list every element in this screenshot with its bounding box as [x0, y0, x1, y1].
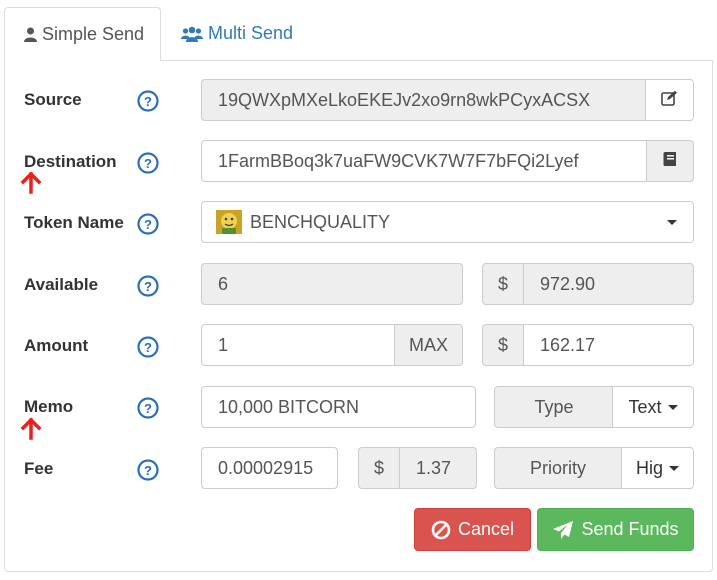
fee-usd-addon: $ [358, 447, 400, 489]
destination-help-icon[interactable]: ? [137, 152, 159, 174]
send-funds-label: Send Funds [581, 519, 679, 539]
available-help-icon[interactable]: ? [137, 275, 159, 297]
fee-usd-value: 1.37 [416, 457, 452, 478]
amount-usd-input[interactable]: 162.17 [523, 324, 694, 366]
memo-type-label: Type [534, 396, 574, 417]
memo-input[interactable]: 10,000 BITCORN [201, 386, 476, 428]
memo-type-label-box: Type [494, 386, 614, 428]
amount-usd-value: 162.17 [540, 334, 596, 355]
source-help-icon[interactable]: ? [137, 90, 159, 112]
tab-simple-send-label: Simple Send [42, 24, 145, 44]
dollar-sign: $ [497, 273, 508, 294]
tab-multi-send[interactable]: Multi Send [181, 7, 293, 60]
priority-label-box: Priority [494, 447, 622, 489]
memo-label: Memo [24, 397, 74, 416]
fee-usd-field: 1.37 [399, 447, 477, 489]
address-book-button[interactable] [646, 140, 694, 182]
send-funds-button[interactable]: Send Funds [537, 508, 694, 551]
priority-dropdown[interactable]: Hig [621, 447, 694, 489]
memo-type-dropdown[interactable]: Text [612, 386, 694, 428]
source-address-value: 19QWXpMXeLkoEKEJv2xo9rn8wkPCyxACSX [218, 89, 591, 110]
red-arrow-annotation-icon [19, 417, 43, 441]
svg-text:?: ? [144, 463, 152, 478]
cancel-button[interactable]: Cancel [414, 508, 531, 551]
memo-type-value: Text [628, 396, 662, 417]
amount-value: 1 [218, 334, 229, 355]
svg-text:?: ? [144, 156, 152, 171]
users-icon [181, 26, 203, 42]
tab-simple-send[interactable]: Simple Send [4, 7, 161, 61]
available-balance-value: 6 [218, 273, 229, 294]
memo-help-icon[interactable]: ? [137, 397, 159, 419]
available-balance-field: 6 [201, 263, 463, 305]
amount-label: Amount [24, 336, 89, 355]
amount-help-icon[interactable]: ? [137, 336, 159, 358]
token-name-value: BENCHQUALITY [250, 211, 391, 232]
priority-value: Hig [635, 457, 663, 478]
token-logo-icon [216, 210, 242, 234]
fee-value: 0.00002915 [218, 457, 314, 478]
destination-address-value: 1FarmBBoq3k7uaFW9CVK7W7F7bFQi2Lyef [218, 150, 579, 171]
send-tabs: Simple Send Multi Send [0, 0, 717, 61]
svg-text:?: ? [144, 401, 152, 416]
destination-address-field[interactable]: 1FarmBBoq3k7uaFW9CVK7W7F7bFQi2Lyef [201, 140, 647, 182]
token-select[interactable]: BENCHQUALITY [201, 201, 694, 243]
available-usd-value: 972.90 [540, 273, 596, 294]
address-book-icon [663, 151, 678, 172]
available-usd-field: 972.90 [523, 263, 694, 305]
memo-value: 10,000 BITCORN [218, 396, 360, 417]
destination-label: Destination [24, 152, 117, 171]
dollar-sign: $ [373, 457, 384, 478]
priority-label: Priority [529, 457, 586, 478]
dollar-sign: $ [497, 334, 508, 355]
max-amount-button[interactable]: MAX [394, 324, 463, 366]
svg-text:?: ? [144, 279, 152, 294]
max-amount-label: MAX [408, 334, 448, 355]
svg-text:?: ? [144, 217, 152, 232]
edit-icon [661, 90, 678, 111]
source-address-field[interactable]: 19QWXpMXeLkoEKEJv2xo9rn8wkPCyxACSX [201, 79, 646, 121]
chevron-down-icon [667, 404, 678, 410]
token-name-help-icon[interactable]: ? [137, 213, 159, 235]
user-icon [24, 27, 37, 42]
chevron-down-icon [667, 220, 677, 225]
token-name-label: Token Name [24, 213, 124, 232]
ban-icon [431, 520, 458, 540]
cancel-label: Cancel [457, 519, 515, 539]
fee-help-icon[interactable]: ? [137, 459, 159, 481]
paper-plane-icon [552, 520, 581, 540]
send-form-panel [4, 60, 713, 572]
chevron-down-icon [669, 465, 679, 471]
tab-multi-send-label: Multi Send [208, 23, 294, 43]
svg-text:?: ? [144, 340, 152, 355]
svg-text:?: ? [144, 94, 152, 109]
available-label: Available [24, 275, 99, 294]
fee-input[interactable]: 0.00002915 [201, 447, 338, 489]
fee-label: Fee [24, 459, 54, 478]
available-usd-addon: $ [482, 263, 524, 305]
amount-input[interactable]: 1 [201, 324, 395, 366]
red-arrow-annotation-icon [19, 171, 43, 195]
edit-source-button[interactable] [645, 79, 694, 121]
amount-usd-addon: $ [482, 324, 524, 366]
source-label: Source [24, 90, 82, 109]
